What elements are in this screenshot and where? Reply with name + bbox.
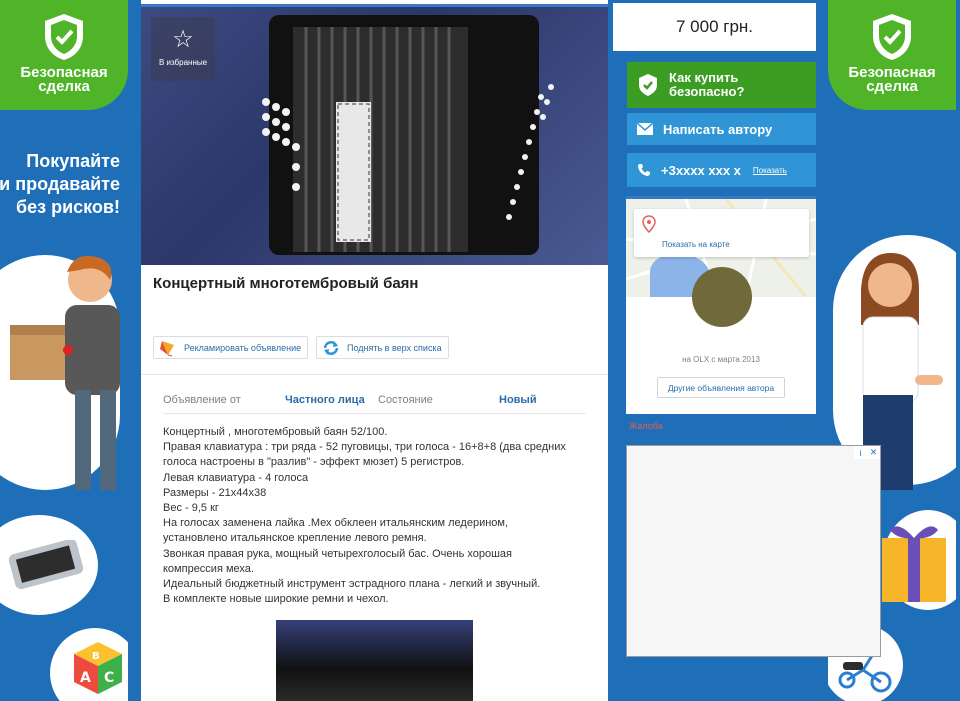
bump-to-top-button[interactable]: Поднять в верх списка	[316, 336, 449, 359]
complaint-link[interactable]: Жалоба	[629, 421, 663, 431]
ad-info-icon[interactable]: i	[854, 446, 867, 459]
refresh-icon	[323, 340, 339, 355]
how-to-buy-line2: безопасно?	[669, 84, 745, 99]
spec-condition-value[interactable]: Новый	[499, 394, 537, 406]
promo-slogan: Покупайте и продавайте без рисков!	[0, 150, 120, 219]
favorite-button[interactable]: ☆ В избранные	[151, 17, 215, 81]
ad-slot[interactable]: i ✕	[626, 445, 881, 657]
favorite-label: В избранные	[158, 58, 208, 67]
spec-seller-key: Объявление от	[163, 394, 241, 406]
listing-specs: Объявление от Частного лица Состояние Но…	[163, 390, 586, 414]
ad-controls: i ✕	[854, 446, 880, 459]
phone-number: +3xxxx xxx x	[661, 162, 741, 178]
man-with-box-illustration	[10, 255, 120, 490]
price: 7 000 грн.	[675, 17, 754, 36]
shield-check-icon	[639, 74, 657, 96]
promote-ad-button[interactable]: Рекламировать объявление	[153, 336, 309, 359]
listing-title: Концертный многотембровый баян	[153, 275, 419, 292]
seller-card: Показать на карте на OLX с марта 2013 Др…	[626, 196, 816, 414]
promo-line2: и продавайте	[0, 174, 120, 194]
safe-deal-badge: Безопасная сделка	[0, 0, 128, 110]
price-box: 7 000 грн.	[613, 3, 816, 51]
listing-photo[interactable]: ☆ В избранные	[141, 4, 608, 265]
other-ads-label: Другие объявления автора	[667, 382, 775, 393]
star-icon: ☆	[172, 26, 194, 53]
shield-check-icon	[873, 14, 911, 60]
how-to-buy-line1: Как купить	[669, 70, 739, 85]
kite-icon	[160, 340, 174, 356]
map-location-card[interactable]: Показать на карте	[634, 209, 809, 257]
show-phone-link[interactable]: Показать	[753, 166, 787, 175]
envelope-icon	[637, 123, 653, 135]
badge-text-line2-right: сделка	[866, 78, 918, 95]
spec-seller-value[interactable]: Частного лица	[285, 394, 365, 406]
bump-label: Поднять в верх списка	[347, 342, 442, 353]
how-to-buy-label: Как купить безопасно?	[669, 71, 744, 99]
message-author-label: Написать автору	[663, 121, 773, 137]
listing-second-photo[interactable]	[276, 620, 473, 701]
left-promo-banner[interactable]: Безопасная сделка Покупайте и продавайте…	[0, 0, 128, 701]
gift-icon	[882, 526, 946, 602]
listing-main: ☆ В избранные Концертный многотембровый …	[141, 0, 608, 701]
section-divider	[141, 374, 608, 375]
abc-cube-icon: A C B	[74, 642, 122, 694]
phone-button[interactable]: +3xxxx xxx x Показать	[627, 153, 816, 187]
promo-line3: без рисков!	[16, 197, 120, 217]
spec-condition-key: Состояние	[378, 394, 433, 406]
member-since: на OLX с марта 2013	[682, 355, 760, 364]
safe-deal-badge-right: Безопасная сделка	[828, 0, 956, 110]
ad-close-icon[interactable]: ✕	[867, 446, 880, 459]
message-author-button[interactable]: Написать автору	[627, 113, 816, 145]
shield-check-icon	[45, 14, 83, 60]
phone-handset-icon	[638, 164, 650, 176]
listing-description: Концертный , многотембровый баян 52/100.…	[163, 425, 573, 607]
promote-ad-label: Рекламировать объявление	[184, 342, 302, 353]
description-text: Концертный , многотембровый баян 52/100.…	[163, 426, 566, 606]
map-pin-icon	[642, 215, 656, 233]
svg-text:A: A	[80, 670, 91, 686]
phone-icon	[8, 540, 84, 590]
show-on-map-link[interactable]: Показать на карте	[662, 240, 730, 249]
badge-text-line2: сделка	[38, 78, 90, 95]
print-link[interactable]: Печать	[783, 421, 812, 431]
promo-line1: Покупайте	[26, 151, 120, 171]
seller-avatar	[692, 267, 752, 327]
svg-text:C: C	[104, 670, 114, 686]
svg-text:B: B	[92, 651, 100, 662]
how-to-buy-safely-button[interactable]: Как купить безопасно?	[627, 62, 816, 108]
other-ads-button[interactable]: Другие объявления автора	[657, 377, 785, 398]
